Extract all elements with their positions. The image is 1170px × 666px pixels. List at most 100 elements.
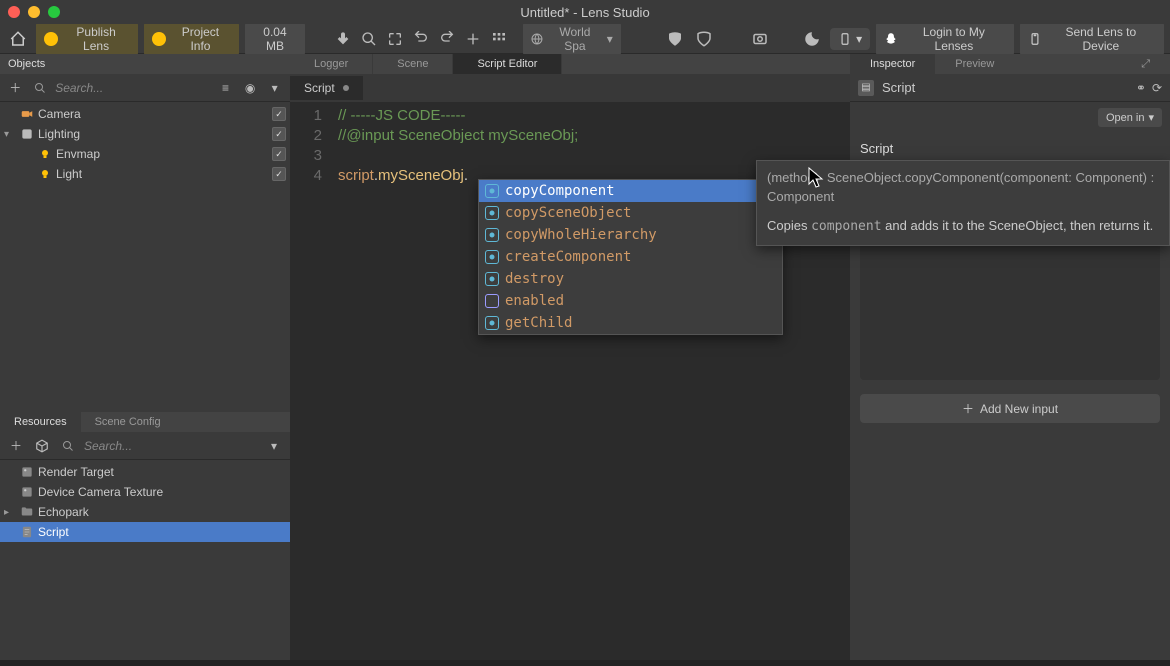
autocomplete-popup[interactable]: copyComponentcopySceneObjectcopyWholeHie…: [478, 179, 783, 335]
fullscreen-icon[interactable]: [383, 27, 407, 51]
objects-panel-header: Objects: [0, 54, 290, 74]
light-icon: [38, 147, 52, 161]
autocomplete-item[interactable]: copyWholeHierarchy: [479, 224, 782, 246]
visibility-checkbox[interactable]: [272, 147, 286, 161]
render-icon: [20, 485, 34, 499]
tree-item-label: Script: [38, 525, 286, 539]
tree-row[interactable]: ▸Echopark: [0, 502, 290, 522]
chevron-icon[interactable]: ▾: [4, 129, 16, 140]
device-dropdown[interactable]: ▾: [830, 28, 870, 50]
grid-icon[interactable]: [487, 27, 511, 51]
script-file-tab[interactable]: Script: [290, 76, 363, 100]
autocomplete-item[interactable]: enabled: [479, 290, 782, 312]
tree-row[interactable]: Device Camera Texture: [0, 482, 290, 502]
method-icon: [485, 184, 499, 198]
preview-tab[interactable]: Preview: [935, 54, 1014, 74]
scene-config-tab[interactable]: Scene Config: [81, 412, 175, 432]
send-lens-button[interactable]: Send Lens to Device: [1020, 21, 1164, 57]
publish-lens-button[interactable]: Publish Lens: [36, 21, 138, 57]
tree-row[interactable]: ▾Lighting: [0, 124, 290, 144]
import-icon[interactable]: [32, 436, 52, 456]
objects-search-input[interactable]: [55, 81, 210, 95]
objects-toolbar: ＋ ≡ ◉ ▾: [0, 74, 290, 102]
resize-icon[interactable]: [461, 27, 485, 51]
window-title: Untitled* - Lens Studio: [520, 5, 649, 20]
open-in-dropdown[interactable]: Open in ▾: [1098, 108, 1162, 127]
visibility-icon[interactable]: ◉: [241, 78, 260, 98]
titlebar: Untitled* - Lens Studio: [0, 0, 1170, 24]
login-label: Login to My Lenses: [902, 25, 1006, 53]
lighting-icon: [20, 127, 34, 141]
list-view-icon[interactable]: ≡: [216, 78, 235, 98]
tree-row[interactable]: Camera: [0, 104, 290, 124]
method-icon: [485, 206, 499, 220]
plus-icon: ＋: [962, 400, 974, 417]
add-new-input-button[interactable]: ＋ Add New input: [860, 394, 1160, 423]
modified-dot-icon: [343, 85, 349, 91]
close-window-button[interactable]: [8, 6, 20, 18]
refresh-icon[interactable]: ⟳: [1152, 81, 1162, 95]
tree-row[interactable]: Light: [0, 164, 290, 184]
device-icon: [838, 32, 852, 46]
autocomplete-item[interactable]: getChild: [479, 312, 782, 334]
capture-icon[interactable]: [748, 27, 772, 51]
mask-front-icon[interactable]: [663, 27, 687, 51]
camera-icon: [20, 107, 34, 121]
resources-search-input[interactable]: [84, 439, 258, 453]
home-button[interactable]: [6, 27, 30, 51]
theme-icon[interactable]: [800, 27, 824, 51]
light-icon: [38, 167, 52, 181]
script-icon: [20, 525, 34, 539]
resources-tab[interactable]: Resources: [0, 412, 81, 432]
info-icon: [152, 32, 166, 46]
project-info-button[interactable]: Project Info: [144, 21, 238, 57]
tooltip-description: Copies component and adds it to the Scen…: [767, 217, 1159, 236]
autocomplete-item[interactable]: destroy: [479, 268, 782, 290]
tree-item-label: Light: [56, 167, 268, 181]
signature-tooltip: (method) SceneObject.copyComponent(compo…: [756, 160, 1170, 246]
file-size-button[interactable]: 0.04 MB: [245, 21, 306, 57]
filter-icon[interactable]: ▾: [265, 78, 284, 98]
tree-row[interactable]: Render Target: [0, 462, 290, 482]
visibility-checkbox[interactable]: [272, 167, 286, 181]
mask-back-icon[interactable]: [693, 27, 717, 51]
maximize-window-button[interactable]: [48, 6, 60, 18]
undo-icon[interactable]: [409, 27, 433, 51]
chevron-icon[interactable]: ▸: [4, 507, 16, 518]
logger-tab[interactable]: Logger: [290, 54, 373, 74]
collapse-icon[interactable]: ⤢: [1121, 54, 1170, 74]
tree-row[interactable]: Envmap: [0, 144, 290, 164]
tree-row[interactable]: Script: [0, 522, 290, 542]
inspector-tab[interactable]: Inspector: [850, 54, 935, 74]
objects-tree: Camera ▾LightingEnvmap Light: [0, 102, 290, 412]
script-editor-tab[interactable]: Script Editor: [453, 54, 562, 74]
resources-tree: Render Target Device Camera Texture▸Echop…: [0, 460, 290, 660]
visibility-checkbox[interactable]: [272, 107, 286, 121]
tree-item-label: Render Target: [38, 465, 286, 479]
right-panel-tabs: Inspector Preview ⤢: [850, 54, 1170, 74]
link-icon[interactable]: ⚭: [1136, 81, 1146, 95]
tree-item-label: Camera: [38, 107, 268, 121]
add-object-button[interactable]: ＋: [6, 78, 25, 98]
add-resource-button[interactable]: ＋: [6, 436, 26, 456]
send-label: Send Lens to Device: [1046, 25, 1156, 53]
login-button[interactable]: Login to My Lenses: [876, 21, 1014, 57]
autocomplete-item[interactable]: createComponent: [479, 246, 782, 268]
pan-tool-icon[interactable]: [331, 27, 355, 51]
add-new-input-label: Add New input: [980, 402, 1058, 416]
filter-icon[interactable]: ▾: [264, 436, 284, 456]
magnify-tool-icon[interactable]: [357, 27, 381, 51]
line-gutter: 1234: [290, 102, 330, 660]
search-icon: [58, 436, 78, 456]
resources-toolbar: ＋ ▾: [0, 432, 290, 460]
world-space-dropdown[interactable]: World Spa ▾: [523, 21, 621, 57]
method-icon: [485, 250, 499, 264]
center-panel-tabs: Logger Scene Script Editor: [290, 54, 850, 74]
scene-tab[interactable]: Scene: [373, 54, 453, 74]
autocomplete-item[interactable]: copySceneObject: [479, 202, 782, 224]
autocomplete-item[interactable]: copyComponent: [479, 180, 782, 202]
publish-label: Publish Lens: [62, 25, 130, 53]
minimize-window-button[interactable]: [28, 6, 40, 18]
visibility-checkbox[interactable]: [272, 127, 286, 141]
redo-icon[interactable]: [435, 27, 459, 51]
